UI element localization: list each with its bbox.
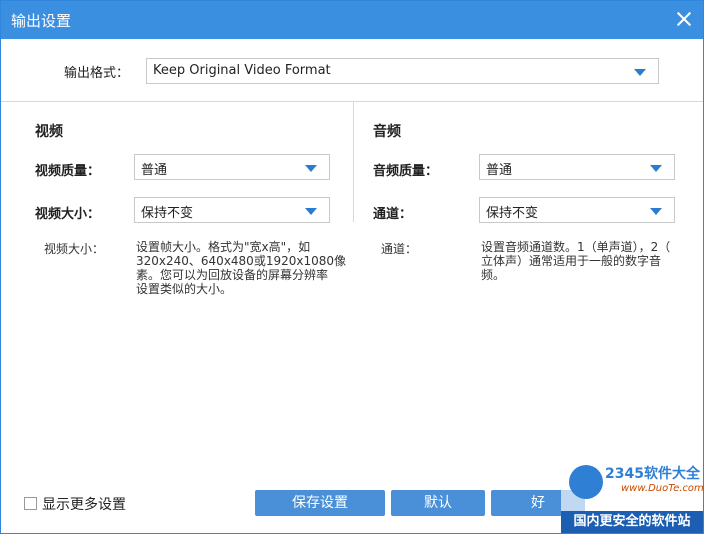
video-size-label: 视频大小： (35, 207, 101, 222)
show-more-settings-checkbox[interactable] (24, 497, 37, 510)
chevron-down-icon (634, 69, 646, 76)
watermark-tagline: 国内更安全的软件站 (561, 511, 703, 533)
mascot-logo-icon (569, 465, 603, 499)
video-size-select[interactable]: 保持不变 (134, 197, 330, 223)
output-format-label: 输出格式： (64, 66, 130, 81)
audio-quality-value: 普通 (486, 163, 513, 178)
close-icon[interactable] (675, 10, 693, 28)
description-line: 素。您可以为回放设备的屏幕分辨率 (136, 268, 329, 282)
description-line: 立体声）通常适用于一般的数字音 (481, 254, 662, 268)
output-format-select[interactable]: Keep Original Video Format (146, 58, 659, 84)
video-section-title: 视频 (35, 124, 63, 140)
chevron-down-icon (305, 208, 317, 215)
watermark-url: www.DuoTe.com (621, 483, 704, 494)
audio-channel-select[interactable]: 保持不变 (479, 197, 675, 223)
show-more-settings-label[interactable]: 显示更多设置 (42, 494, 126, 514)
audio-channel-description: 设置音频通道数。1（单声道），2（ 立体声）通常适用于一般的数字音 频。 (481, 240, 691, 282)
chevron-down-icon (650, 165, 662, 172)
video-size-value: 保持不变 (141, 206, 194, 221)
chevron-down-icon (305, 165, 317, 172)
description-line: 频。 (481, 268, 506, 282)
save-settings-button[interactable]: 保存设置 (255, 490, 385, 516)
video-quality-select[interactable]: 普通 (134, 154, 330, 180)
description-line: 设置音频通道数。1（单声道），2（ (481, 240, 671, 254)
audio-section-title: 音频 (373, 124, 401, 140)
audio-quality-select[interactable]: 普通 (479, 154, 675, 180)
description-line: 设置帧大小。格式为"宽x高"，如 (136, 240, 311, 254)
video-quality-value: 普通 (141, 163, 168, 178)
output-format-value: Keep Original Video Format (153, 63, 331, 78)
site-watermark: 2345软件大全 www.DuoTe.com 国内更安全的软件站 (561, 457, 703, 533)
description-line: 320x240、640x480或1920x1080像 (136, 254, 347, 268)
audio-channel-label: 通道： (373, 207, 413, 222)
audio-quality-label: 音频质量： (373, 164, 439, 179)
title-bar: 输出设置 (1, 1, 703, 39)
dialog-title: 输出设置 (11, 12, 72, 30)
output-settings-dialog: 输出设置 输出格式： Keep Original Video Format 视频… (0, 0, 704, 534)
column-divider (353, 102, 354, 222)
chevron-down-icon (650, 208, 662, 215)
description-line: 设置类似的大小。 (136, 282, 233, 296)
video-size-description: 设置帧大小。格式为"宽x高"，如 320x240、640x480或1920x10… (136, 240, 346, 296)
audio-channel-desc-label: 通道： (381, 242, 418, 256)
audio-channel-value: 保持不变 (486, 206, 539, 221)
video-size-desc-label: 视频大小： (44, 242, 105, 256)
default-button[interactable]: 默认 (391, 490, 485, 516)
video-quality-label: 视频质量： (35, 164, 101, 179)
divider (1, 101, 703, 102)
watermark-brand: 2345软件大全 (605, 466, 700, 482)
